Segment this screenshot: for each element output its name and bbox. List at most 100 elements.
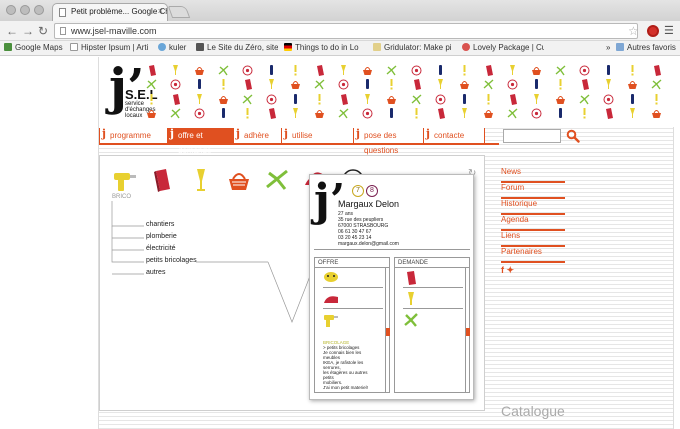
- offer-item[interactable]: [323, 312, 383, 332]
- basket-icon: [187, 63, 211, 78]
- folder-icon: [616, 43, 624, 51]
- nav-utilise[interactable]: j utilise: [281, 127, 353, 143]
- offer-scrollbar[interactable]: [385, 268, 390, 393]
- glass-icon: [259, 78, 283, 93]
- bottle-icon: [259, 63, 283, 78]
- member-card: j’ 7 8 Margaux Delon 27 ans 35 rue des p…: [309, 174, 474, 400]
- menu-icon[interactable]: ☰: [664, 24, 674, 37]
- search-icon[interactable]: [566, 129, 580, 143]
- pliers-icon: [380, 63, 404, 78]
- offer-column: OFFRE BRICOLAGE > petits bricolages Je c…: [314, 257, 390, 393]
- sub-category-item[interactable]: autres: [146, 267, 197, 279]
- sub-category-item[interactable]: petits bricolages: [146, 255, 197, 267]
- minimize-window-button[interactable]: [20, 5, 30, 15]
- new-tab-button[interactable]: [167, 6, 191, 18]
- bottle-icon: [380, 107, 404, 122]
- search-input[interactable]: [503, 129, 561, 143]
- side-link-historique[interactable]: Historique: [501, 199, 565, 215]
- offer-item[interactable]: [323, 270, 383, 288]
- other-bookmarks[interactable]: Autres favoris: [616, 43, 678, 52]
- bang-icon: [404, 107, 428, 122]
- bookmark-things-to-do[interactable]: Things to do in Lo: [284, 43, 368, 52]
- glass-icon: [428, 78, 452, 93]
- scroll-thumb[interactable]: [466, 328, 470, 336]
- flag-icon: [284, 43, 292, 51]
- side-link-forum[interactable]: Forum: [501, 183, 565, 199]
- demand-item[interactable]: [403, 291, 463, 309]
- heart-icon: [462, 43, 470, 51]
- close-window-button[interactable]: [6, 5, 16, 15]
- bookmark-hipster-ipsum[interactable]: Hipster Ipsum | Arti: [70, 43, 154, 52]
- ball-icon: [404, 63, 428, 78]
- demand-item[interactable]: [403, 270, 463, 288]
- nav-adhere[interactable]: j adhère: [233, 127, 281, 143]
- book-icon: [476, 63, 500, 78]
- side-link-liens[interactable]: Liens: [501, 231, 565, 247]
- bookmark-site-du-zero[interactable]: Le Site du Zéro, site: [196, 43, 278, 52]
- member-email[interactable]: margaux.delon@gmail.com: [338, 241, 448, 247]
- demand-scrollbar[interactable]: [465, 268, 470, 393]
- pliers-icon: [573, 92, 597, 107]
- sub-category-item[interactable]: plomberie: [146, 231, 197, 243]
- forward-icon[interactable]: →: [22, 23, 34, 39]
- reload-icon[interactable]: ↻: [38, 23, 48, 39]
- basket-icon: [549, 92, 573, 107]
- basket-icon: [284, 78, 308, 93]
- offer-item[interactable]: [323, 291, 383, 309]
- page-icon: [59, 8, 66, 17]
- bottle-icon: [524, 78, 548, 93]
- book-icon: [428, 107, 452, 122]
- close-tab-icon[interactable]: ×: [158, 6, 163, 16]
- pliers-icon: [308, 78, 332, 93]
- zoom-window-button[interactable]: [34, 5, 44, 15]
- bookmark-lovely-package[interactable]: Lovely Package | Cu: [462, 43, 544, 52]
- glass-icon: [500, 63, 524, 78]
- glass-icon: [163, 63, 187, 78]
- browser-tab[interactable]: Petit problème... Google Chr ×: [52, 3, 168, 21]
- sub-category-list: chantiers plomberie électricité petits b…: [146, 219, 197, 279]
- scroll-thumb[interactable]: [386, 328, 390, 336]
- sub-category-item[interactable]: chantiers: [146, 219, 197, 231]
- book-icon: [259, 107, 283, 122]
- side-link-partenaires[interactable]: Partenaires: [501, 247, 565, 263]
- book-icon: [500, 92, 524, 107]
- side-link-news[interactable]: News: [501, 167, 565, 183]
- demand-header: DEMANDE: [395, 258, 469, 268]
- address-bar[interactable]: www.jsel-maville.com: [54, 23, 638, 39]
- nav-pose-des-questions[interactable]: j pose des questions: [353, 127, 423, 155]
- card-divider: [314, 249, 470, 250]
- basket-icon: [524, 63, 548, 78]
- extension-icon[interactable]: [647, 25, 659, 37]
- nav-programme[interactable]: j programme: [99, 127, 167, 143]
- member-name: Margaux Delon: [338, 199, 400, 209]
- bookmark-star-icon[interactable]: ☆: [628, 24, 639, 38]
- glass-icon: [332, 63, 356, 78]
- demand-item[interactable]: [403, 312, 463, 330]
- ball-icon: [524, 107, 548, 122]
- basket-icon: [621, 78, 645, 93]
- demand-column: DEMANDE: [394, 257, 470, 393]
- pliers-icon: [476, 78, 500, 93]
- pliers-icon: [404, 313, 418, 327]
- side-link-agenda[interactable]: Agenda: [501, 215, 565, 231]
- ball-icon: [332, 78, 356, 93]
- nav-contacte[interactable]: j contacte: [423, 127, 485, 143]
- social-icons[interactable]: f ✦: [501, 265, 514, 276]
- bookmark-kuler[interactable]: kuler: [158, 43, 194, 52]
- ball-icon: [259, 92, 283, 107]
- basket-icon: [380, 92, 404, 107]
- book-icon: [597, 107, 621, 122]
- iron-icon: [324, 296, 338, 303]
- book-icon: [645, 63, 669, 78]
- bookmarks-overflow-icon[interactable]: »: [606, 43, 610, 52]
- nav-offre-et-demande[interactable]: j offre et demande: [167, 127, 233, 155]
- pliers-icon: [332, 107, 356, 122]
- back-icon[interactable]: ←: [6, 23, 18, 39]
- bookmark-google-maps[interactable]: Google Maps: [4, 43, 74, 52]
- page-icon: [60, 27, 66, 35]
- sub-category-item[interactable]: électricité: [146, 243, 197, 255]
- book-icon: [407, 271, 416, 285]
- bang-icon: [139, 92, 163, 107]
- bookmark-gridulator[interactable]: Gridulator: Make pi: [373, 43, 459, 52]
- book-icon: [308, 63, 332, 78]
